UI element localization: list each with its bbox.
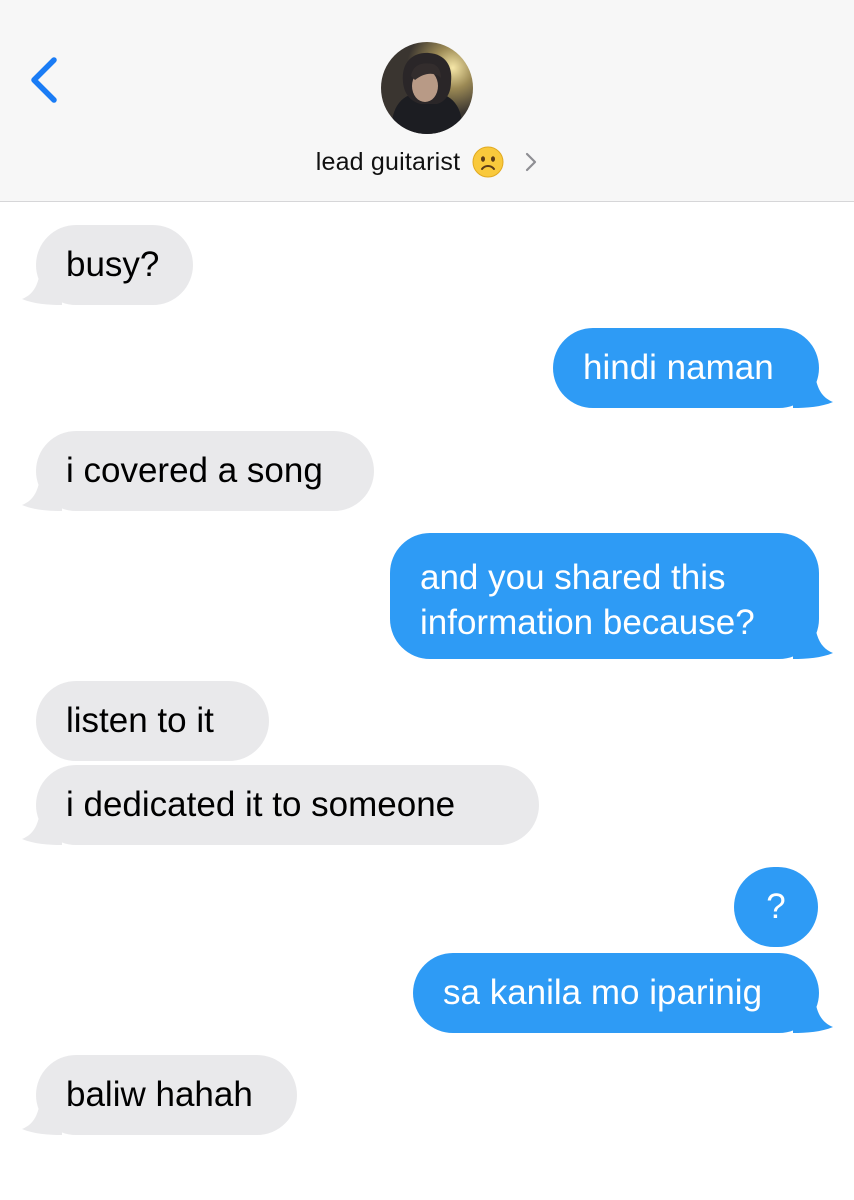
message-bubble-incoming[interactable]: i dedicated it to someone [22, 765, 539, 845]
message-text: busy? [66, 245, 160, 284]
message-text: i dedicated it to someone [66, 785, 456, 824]
message-bubble-incoming[interactable]: i covered a song [22, 431, 374, 511]
message-bubble-incoming[interactable]: busy? [22, 225, 193, 305]
message-bubble-incoming[interactable]: baliw hahah [22, 1055, 297, 1135]
back-button[interactable] [22, 50, 66, 110]
contact-avatar[interactable] [381, 42, 473, 134]
message-text: hindi naman [583, 348, 774, 387]
contact-details-link[interactable]: lead guitarist [0, 140, 854, 184]
message-bubble-outgoing[interactable]: and you shared this information because? [390, 533, 833, 659]
message-text: ? [766, 887, 786, 926]
message-text: baliw hahah [66, 1075, 253, 1114]
message-text-line: information because? [420, 603, 755, 642]
message-text: listen to it [66, 701, 214, 740]
chevron-left-icon [22, 50, 66, 110]
message-bubble-incoming[interactable]: listen to it [36, 681, 269, 761]
message-bubble-outgoing[interactable]: ? [734, 867, 818, 947]
message-text: sa kanila mo iparinig [443, 973, 763, 1012]
message-bubble-outgoing[interactable]: sa kanila mo iparinig [413, 953, 833, 1033]
contact-name: lead guitarist [315, 147, 461, 176]
conversation-header: lead guitarist [0, 0, 854, 202]
chevron-right-icon [524, 151, 538, 173]
message-bubble-outgoing[interactable]: hindi naman [553, 328, 833, 408]
slightly-frowning-face-icon [472, 146, 504, 178]
message-text-line: and you shared this [420, 558, 726, 597]
message-text: i covered a song [66, 451, 323, 490]
